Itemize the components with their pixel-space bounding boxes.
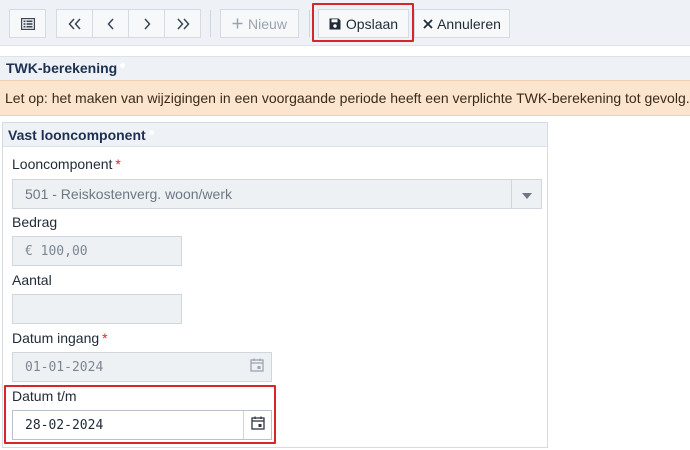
list-icon [20,17,35,30]
plus-icon [232,18,243,29]
section-dot-icon [148,130,154,135]
vast-section-title: Vast looncomponent [8,127,146,143]
next-button[interactable] [128,9,165,38]
cancel-button-label: Annuleren [437,15,501,32]
datum-ingang-label: Datum ingang * [12,330,108,346]
last-page-button[interactable] [164,9,201,38]
twk-warning-message: Let op: het maken van wijzigingen in een… [0,80,690,116]
twk-section-title: TWK-berekening [6,60,118,76]
toolbar-divider [210,10,211,37]
required-marker: * [115,156,121,172]
datum-ingang-input[interactable]: 01-01-2024 [12,352,272,382]
new-button[interactable]: Nieuw [220,9,299,38]
section-dot-icon [120,63,126,68]
bedrag-label-text: Bedrag [12,214,58,230]
bedrag-input[interactable]: € 100,00 [12,236,182,266]
list-view-button[interactable] [9,9,46,38]
calendar-icon [250,358,264,376]
datum-ingang-label-text: Datum ingang [12,330,100,346]
new-button-label: Nieuw [248,15,287,32]
bedrag-label: Bedrag [12,214,57,230]
datum-ingang-value: 01-01-2024 [25,360,104,375]
previous-icon [106,17,115,30]
dropdown-arrow-button[interactable] [511,180,541,208]
required-marker: * [102,330,108,346]
previous-button[interactable] [92,9,129,38]
looncomponent-label: Looncomponent * [12,156,121,172]
aantal-label: Aantal [12,272,52,288]
vast-section-header: Vast looncomponent [3,123,547,147]
twk-warning-text: Let op: het maken van wijzigingen in een… [5,90,690,106]
cancel-button[interactable]: Annuleren [414,9,510,38]
aantal-label-text: Aantal [12,272,52,288]
datum-ingang-calendar-button[interactable] [243,353,271,381]
datum-tm-highlight [4,385,276,444]
looncomponent-value: 501 - Reiskostenverg. woon/werk [25,186,232,202]
chevron-down-icon [521,186,532,202]
toolbar-divider [309,10,310,37]
last-page-icon [176,17,190,30]
first-page-icon [67,17,82,30]
twk-section-header: TWK-berekening [0,56,690,80]
close-icon [423,18,433,29]
save-button-highlight [312,3,414,42]
first-page-button[interactable] [56,9,93,38]
looncomponent-select[interactable]: 501 - Reiskostenverg. woon/werk [12,179,542,209]
next-icon [143,17,151,30]
looncomponent-label-text: Looncomponent [12,156,113,172]
aantal-input[interactable] [12,294,182,324]
bedrag-value: € 100,00 [25,244,88,259]
